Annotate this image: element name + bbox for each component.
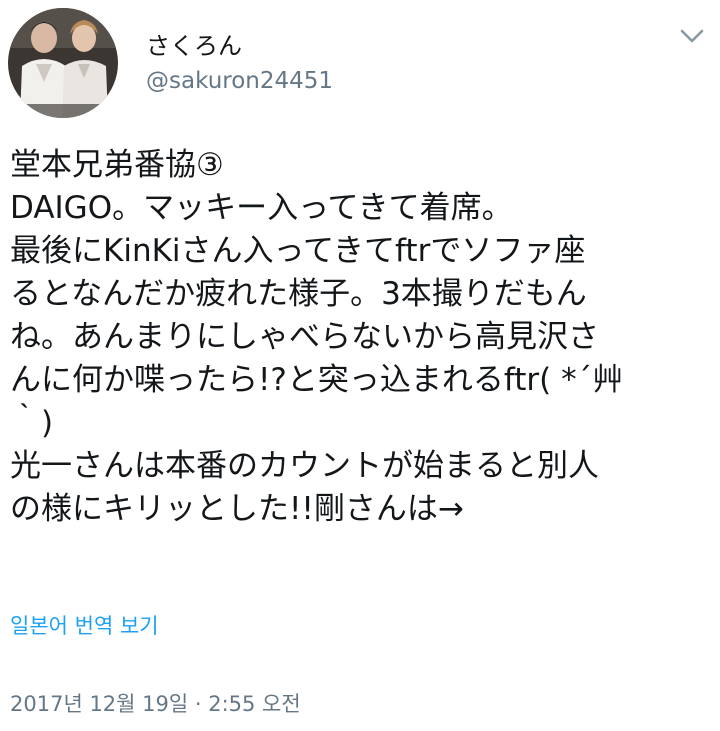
user-handle[interactable]: @sakuron24451 (146, 66, 333, 96)
tweet-line: るとなんだか疲れた様子。3本撮りだもん (10, 276, 587, 312)
chevron-down-icon[interactable] (678, 26, 706, 46)
tweet-line: 光一さんは本番のカウントが始まると別人 (10, 448, 599, 484)
tweet-line: 堂本兄弟番協③ (10, 147, 224, 183)
tweet-line: DAIGO。マッキー入ってきて着席。 (10, 190, 513, 226)
tweet-line: ｀) (10, 405, 54, 441)
tweet-line: 最後にKinKiさん入ってきてftrでソファ座 (10, 233, 586, 269)
display-name[interactable]: さくろん (146, 30, 242, 62)
translate-link[interactable]: 일본어 번역 보기 (10, 612, 159, 640)
profile-photo (8, 8, 118, 118)
tweet-text: 堂本兄弟番協③ DAIGO。マッキー入ってきて着席。 最後にKinKiさん入って… (10, 144, 714, 531)
tweet-line: ね。あんまりにしゃべらないから高見沢さ (10, 319, 599, 355)
tweet-line: の様にキリッとした!!剛さんは→ (10, 491, 464, 527)
tweet-timestamp[interactable]: 2017년 12월 19일 · 2:55 오전 (10, 690, 301, 718)
avatar[interactable] (8, 8, 118, 118)
tweet-line: んに何か喋ったら!?と突っ込まれるftr( *´艸 (10, 362, 624, 398)
